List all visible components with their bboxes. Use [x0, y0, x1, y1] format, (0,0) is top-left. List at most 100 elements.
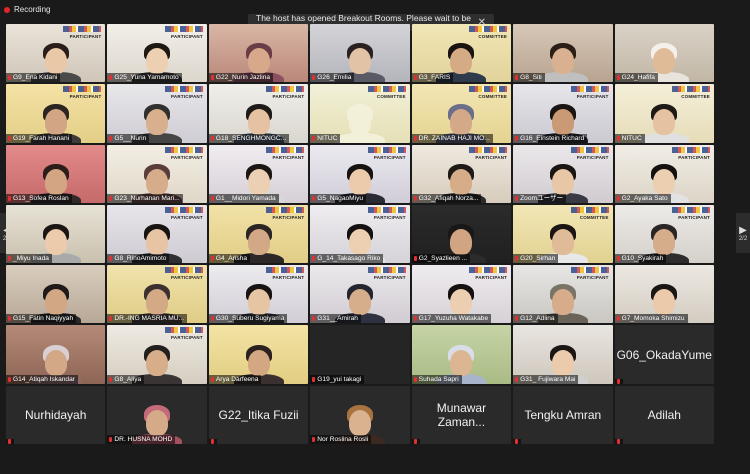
participant-name-label: G8_RinoAmimoto — [107, 254, 170, 264]
participant-tile[interactable]: PARTICIPANT G10_Syakirah — [614, 204, 714, 264]
muted-mic-icon — [109, 195, 113, 201]
participant-tile[interactable]: PARTICIPANT G9_Ena Kidani — [6, 24, 106, 83]
participant-tile[interactable]: PARTICIPANT G19_Farah Hanani — [6, 84, 106, 143]
participant-tile[interactable]: COMMITTEE DR. ZAINAB HAJI MO... — [411, 84, 512, 143]
muted-mic-icon — [515, 256, 519, 262]
muted-mic-icon — [210, 376, 214, 382]
muted-mic-icon — [210, 316, 214, 322]
participant-name: G_14_Takasago Riko — [317, 255, 381, 263]
participant-name: G8_Aliya — [114, 375, 142, 383]
participant-tile[interactable]: G06_OkadaYume — [614, 325, 714, 384]
virtual-background-role-tag: PARTICIPANT — [576, 154, 609, 160]
participant-tile[interactable]: PARTICIPANT DR.-ING MASRIA MU... — [107, 265, 207, 324]
participant-tile[interactable]: PARTICIPANT G8_RinoAmimoto — [107, 204, 207, 264]
participant-tile[interactable]: G19_yui takagi — [310, 325, 410, 384]
participant-tile[interactable]: PARTICIPANT G1__Midori Yamada — [208, 144, 309, 203]
participant-tile[interactable]: PARTICIPANT G32_Afiqah Norza... — [411, 144, 512, 203]
recording-label: Recording — [14, 5, 51, 14]
participant-tile[interactable]: PARTICIPANT G4_Arisha — [208, 204, 309, 264]
participant-tile[interactable]: PARTICIPANT G25_Yuna Yamamoto — [107, 24, 207, 83]
participant-tile[interactable]: _Miyu Inada — [6, 204, 106, 264]
participant-tile[interactable]: G7_Momoka Shimizu — [614, 265, 714, 324]
participant-name: G20_Sirhan — [520, 255, 556, 263]
participant-tile[interactable]: G22_Itika Fuzii — [208, 385, 309, 444]
sponsor-logos-banner — [469, 86, 508, 93]
participant-tile[interactable]: PARTICIPANT G23_Nurhanan Mari... — [107, 144, 207, 203]
participant-tile[interactable]: PARTICIPANT G30_Suberu Sugiyama — [208, 265, 309, 324]
participant-tile[interactable]: PARTICIPANT G_14_Takasago Riko — [310, 204, 410, 264]
participant-tile[interactable]: G13_Sofea Roslan — [6, 144, 106, 203]
participant-tile[interactable]: G14_Atiqah Iskandar — [6, 325, 106, 384]
participant-tile[interactable]: Arya Darfeena — [208, 325, 309, 384]
participant-name: DR.-ING MASRIA MU... — [114, 315, 185, 323]
sponsor-logos-banner — [672, 146, 710, 153]
muted-mic-icon — [413, 135, 417, 141]
participant-tile[interactable]: Nurhidayah — [6, 385, 106, 444]
muted-mic-icon — [515, 438, 519, 444]
participant-name-label: G5_NagaoMiyu — [310, 193, 367, 203]
participant-name: G32_Afiqah Norza... — [418, 194, 479, 202]
participant-name-label: G22_Nurin Jazlina — [208, 73, 274, 83]
virtual-background-role-tag: PARTICIPANT — [272, 214, 305, 220]
participant-tile[interactable]: G2_Syazlieen ... — [411, 204, 512, 264]
participant-video-face — [450, 349, 473, 376]
sponsor-logos-banner — [164, 26, 203, 32]
participant-tile[interactable]: COMMITTEE G20_Sirhan — [513, 204, 613, 264]
participant-name: G3_FARIS — [418, 74, 451, 82]
participant-tile[interactable]: PARTICIPANT G17_Yuzuha Watakabe — [411, 265, 512, 324]
muted-mic-icon — [413, 376, 417, 382]
participant-name: G24_Hafifa — [621, 74, 655, 82]
participant-tile[interactable]: COMMITTEE NITUC — [614, 84, 714, 143]
participant-tile[interactable]: Tengku Amran — [513, 385, 613, 444]
muted-mic-icon — [109, 436, 113, 442]
participant-name-label: G4_Arisha — [208, 254, 250, 264]
virtual-background-role-tag: PARTICIPANT — [373, 214, 406, 220]
participant-tile[interactable]: PARTICIPANT G31__Amirah — [310, 265, 410, 324]
muted-mic-icon — [312, 75, 316, 81]
participant-tile[interactable]: PARTICIPANT G2_Ayaka Sato — [614, 144, 714, 203]
sponsor-logos-banner — [469, 267, 508, 274]
participant-tile[interactable]: PARTICIPANT Zoomユーザー — [513, 144, 613, 203]
participant-tile[interactable]: G31_ Fujiwara Mai — [513, 325, 613, 384]
participant-tile[interactable]: G24_Hafifa — [614, 24, 714, 83]
muted-mic-icon — [210, 195, 214, 201]
participant-tile[interactable]: PARTICIPANT G18_SENGHMONGC... — [208, 84, 309, 143]
participant-tile[interactable]: Nor Roslina Rosli — [310, 385, 410, 444]
participant-tile[interactable]: Munawar Zaman... — [411, 385, 512, 444]
participant-video-face — [247, 229, 270, 256]
virtual-background-role-tag: PARTICIPANT — [171, 275, 203, 281]
participant-name: Suhada Sapri — [418, 375, 459, 383]
participant-tile[interactable]: PARTICIPANT G12_Adlina — [513, 265, 613, 324]
sponsor-logos-banner — [672, 206, 710, 213]
participant-name: G7_Momoka Shimizu — [621, 315, 685, 323]
muted-mic-icon — [210, 135, 214, 141]
participant-video-face — [44, 48, 67, 75]
participant-tile[interactable]: COMMITTEE NITUC — [310, 84, 410, 143]
participant-tile[interactable]: PARTICIPANT G5_NagaoMiyu — [310, 144, 410, 203]
page-indicator-right: 2/2 — [738, 235, 748, 242]
sponsor-logos-banner — [164, 327, 203, 334]
participant-tile[interactable]: G8_Siti — [513, 24, 613, 83]
sponsor-logos-banner — [63, 26, 102, 32]
participant-name-label: NITUC — [614, 133, 645, 143]
participant-video-face — [247, 108, 270, 135]
muted-mic-icon — [8, 376, 11, 382]
participant-tile[interactable]: Suhada Sapri — [411, 325, 512, 384]
participant-tile[interactable]: G26_Emilia — [310, 24, 410, 83]
participant-tile[interactable]: G15_Fatin Naqiyyah — [6, 265, 106, 324]
next-page-button[interactable]: ▶ 2/2 — [736, 213, 750, 253]
participant-name-label: G13_Sofea Roslan — [6, 193, 72, 203]
participant-tile[interactable]: COMMITTEE G3_FARIS — [411, 24, 512, 83]
participant-name: G19_yui takagi — [317, 375, 362, 383]
participant-name-label: G2_Ayaka Sato — [614, 193, 671, 203]
participant-video-face — [44, 108, 67, 135]
participant-name: G13_Sofea Roslan — [13, 194, 69, 202]
participant-tile[interactable]: DR. HUSNA MOHD — [107, 385, 207, 444]
participant-tile[interactable]: PARTICIPANT G16_Einstein Richard — [513, 84, 613, 143]
muted-mic-icon — [8, 135, 11, 141]
sponsor-logos-banner — [672, 86, 710, 93]
participant-tile[interactable]: PARTICIPANT G5__Nurin — [107, 84, 207, 143]
participant-tile[interactable]: G22_Nurin Jazlina — [208, 24, 309, 83]
participant-tile[interactable]: Adilah — [614, 385, 714, 444]
participant-tile[interactable]: PARTICIPANT G8_Aliya — [107, 325, 207, 384]
